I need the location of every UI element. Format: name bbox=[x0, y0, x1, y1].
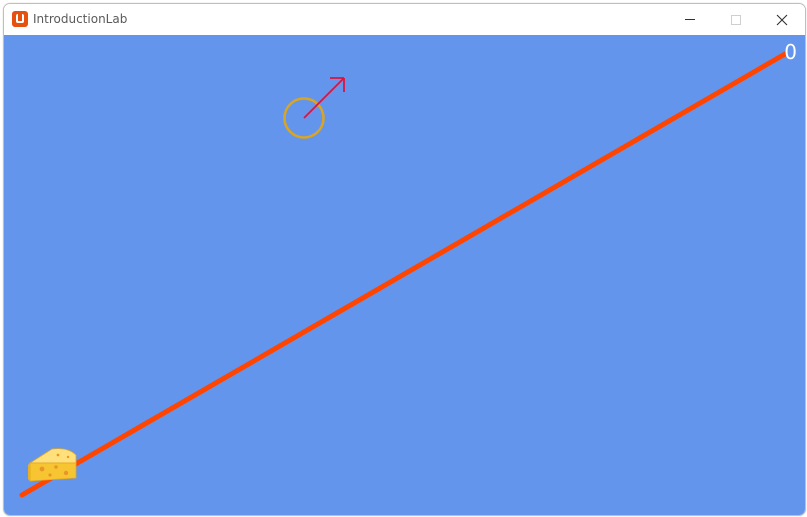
app-icon[interactable] bbox=[12, 11, 28, 27]
close-button[interactable] bbox=[759, 4, 805, 35]
game-viewport[interactable]: 0 bbox=[4, 35, 805, 515]
app-icon-glyph bbox=[16, 14, 24, 23]
minimize-icon bbox=[685, 19, 695, 20]
direction-arrow bbox=[303, 77, 345, 119]
title-bar[interactable]: IntroductionLab bbox=[4, 4, 805, 35]
window-title: IntroductionLab bbox=[33, 12, 128, 26]
trajectory-line bbox=[19, 51, 788, 498]
maximize-button[interactable] bbox=[713, 4, 759, 35]
maximize-icon bbox=[731, 14, 741, 25]
app-window: IntroductionLab 0 bbox=[3, 3, 806, 516]
cheese-icon bbox=[28, 448, 77, 482]
score-display: 0 bbox=[784, 40, 797, 64]
close-icon bbox=[776, 14, 788, 25]
game-scene bbox=[19, 51, 788, 498]
minimize-button[interactable] bbox=[667, 4, 713, 35]
